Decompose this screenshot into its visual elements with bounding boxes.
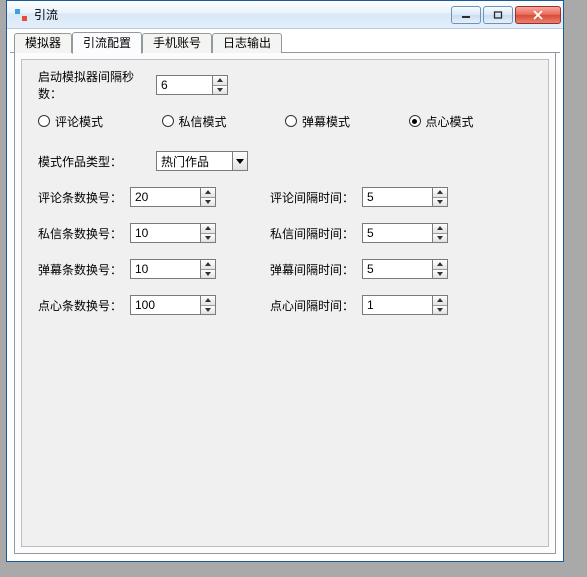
titlebar: 引流 [7, 1, 563, 29]
dm-gap-label: 私信间隔时间： [270, 225, 362, 242]
spin-up[interactable] [433, 260, 447, 270]
dm-switch-label: 私信条数换号： [38, 225, 130, 242]
comment-gap-input[interactable] [362, 187, 432, 207]
mode-danmu[interactable]: 弹幕模式 [285, 113, 409, 130]
app-window: 引流 模拟器 引流配置 手机账号 日志输出 启动模拟器间隔秒数： [6, 0, 564, 562]
spin-down[interactable] [201, 306, 215, 315]
spin-up[interactable] [433, 224, 447, 234]
like-gap-input[interactable] [362, 295, 432, 315]
mode-radiogroup: 评论模式 私信模式 弹幕模式 点心模式 [38, 113, 532, 130]
start-interval-label: 启动模拟器间隔秒数： [38, 68, 156, 102]
window-title: 引流 [34, 6, 58, 23]
danmu-gap-input[interactable] [362, 259, 432, 279]
mode-danmu-label: 弹幕模式 [302, 113, 350, 130]
like-switch-label: 点心条数换号： [38, 297, 130, 314]
comment-gap-label: 评论间隔时间： [270, 189, 362, 206]
app-icon [13, 7, 29, 23]
work-type-select[interactable] [156, 151, 232, 171]
tab-log-output[interactable]: 日志输出 [212, 33, 282, 53]
start-interval-down[interactable] [213, 86, 227, 95]
spin-up[interactable] [433, 188, 447, 198]
tab-drainage-config[interactable]: 引流配置 [72, 32, 142, 54]
mode-like[interactable]: 点心模式 [409, 113, 533, 130]
minimize-button[interactable] [451, 6, 481, 24]
spin-up[interactable] [201, 296, 215, 306]
comment-switch-label: 评论条数换号： [38, 189, 130, 206]
tab-phone-account[interactable]: 手机账号 [142, 33, 212, 53]
start-interval-up[interactable] [213, 76, 227, 86]
mode-dm-label: 私信模式 [179, 113, 227, 130]
maximize-button[interactable] [483, 6, 513, 24]
spin-up[interactable] [433, 296, 447, 306]
mode-comment[interactable]: 评论模式 [38, 113, 162, 130]
spin-down[interactable] [201, 234, 215, 243]
mode-comment-label: 评论模式 [55, 113, 103, 130]
spin-up[interactable] [201, 224, 215, 234]
radio-icon [285, 115, 297, 127]
dm-switch-input[interactable] [130, 223, 200, 243]
spin-up[interactable] [201, 260, 215, 270]
mode-like-label: 点心模式 [426, 113, 474, 130]
tabstrip: 模拟器 引流配置 手机账号 日志输出 [10, 31, 560, 53]
spin-down[interactable] [433, 270, 447, 279]
spin-down[interactable] [433, 198, 447, 207]
like-switch-input[interactable] [130, 295, 200, 315]
dm-gap-input[interactable] [362, 223, 432, 243]
start-interval-input[interactable] [156, 75, 212, 95]
spin-down[interactable] [201, 270, 215, 279]
chevron-down-icon [236, 159, 244, 164]
work-type-label: 模式作品类型： [38, 153, 156, 170]
close-button[interactable] [515, 6, 561, 24]
danmu-switch-input[interactable] [130, 259, 200, 279]
config-panel: 启动模拟器间隔秒数： 评论模式 [21, 59, 549, 547]
radio-icon [409, 115, 421, 127]
radio-icon [38, 115, 50, 127]
tabpage: 启动模拟器间隔秒数： 评论模式 [14, 53, 556, 554]
comment-switch-input[interactable] [130, 187, 200, 207]
radio-icon [162, 115, 174, 127]
work-type-dropdown-button[interactable] [232, 151, 248, 171]
spin-up[interactable] [201, 188, 215, 198]
client-area: 模拟器 引流配置 手机账号 日志输出 启动模拟器间隔秒数： [10, 31, 560, 558]
spin-down[interactable] [433, 306, 447, 315]
danmu-switch-label: 弹幕条数换号： [38, 261, 130, 278]
spin-down[interactable] [201, 198, 215, 207]
tab-simulator[interactable]: 模拟器 [14, 33, 72, 53]
like-gap-label: 点心间隔时间： [270, 297, 362, 314]
mode-dm[interactable]: 私信模式 [162, 113, 286, 130]
spin-down[interactable] [433, 234, 447, 243]
danmu-gap-label: 弹幕间隔时间： [270, 261, 362, 278]
